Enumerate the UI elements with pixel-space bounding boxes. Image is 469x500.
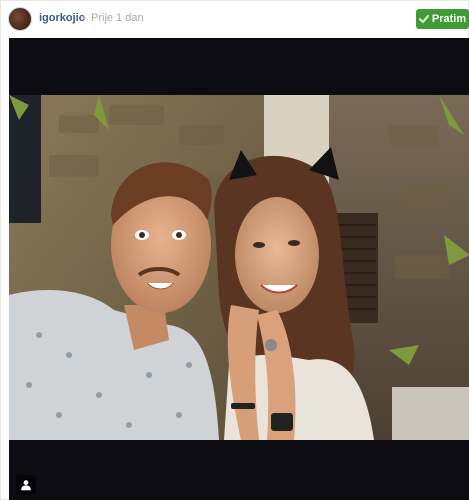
post-header: igorkojic • Prije 1 dan Pratim [1,1,469,37]
post-photo [9,95,469,440]
following-button[interactable]: Pratim [416,9,469,29]
user-avatar[interactable] [8,7,32,31]
checkmark-icon [418,15,429,23]
following-button-label: Pratim [431,13,467,25]
username-link[interactable]: igorkojic [39,12,85,24]
post-media[interactable] [9,38,469,500]
post-timestamp[interactable]: Prije 1 dan [91,12,144,24]
user-tag-button[interactable] [16,475,36,495]
user-tag-icon [21,480,31,491]
header-separator: • [82,12,86,24]
instagram-post: igorkojic • Prije 1 dan Pratim [0,0,469,500]
